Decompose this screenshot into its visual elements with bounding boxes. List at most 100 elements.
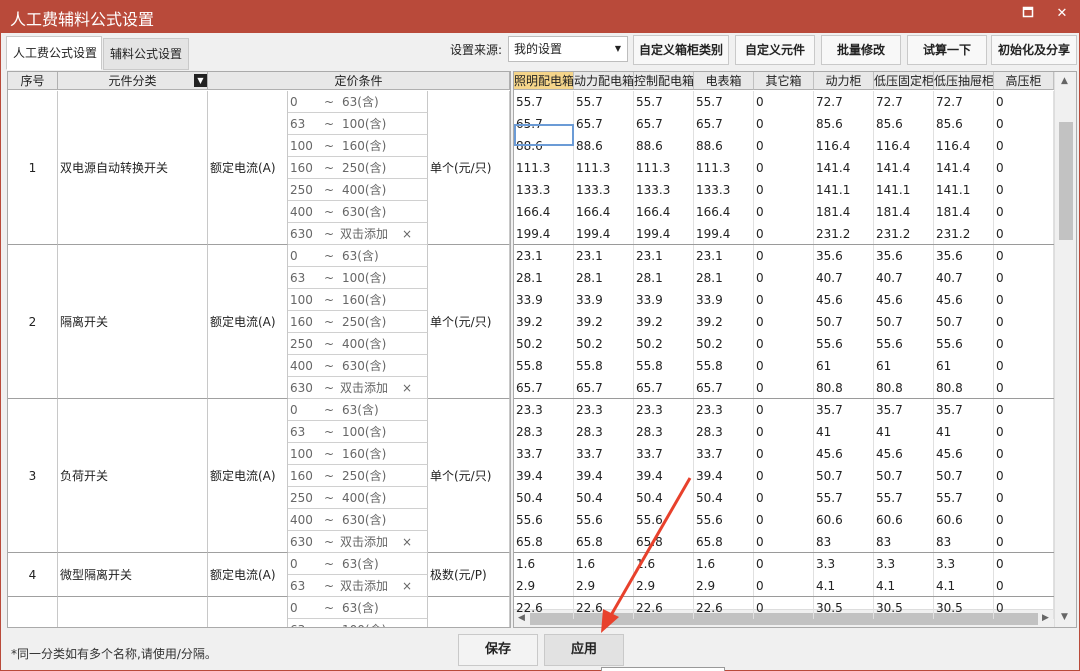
- grid-cell[interactable]: 0: [994, 135, 1054, 157]
- scroll-up-icon[interactable]: ▲: [1061, 76, 1068, 86]
- grid-cell[interactable]: 41: [874, 421, 934, 443]
- grid-cell[interactable]: 65.7: [694, 113, 754, 135]
- vertical-scroll-thumb[interactable]: [1059, 122, 1073, 240]
- grid-cell[interactable]: 0: [754, 333, 814, 355]
- range-row[interactable]: 0 ~63(含): [288, 553, 428, 575]
- delete-range-icon[interactable]: ×: [402, 575, 412, 597]
- grid-cell[interactable]: 22.6: [634, 597, 694, 619]
- grid-cell[interactable]: 50.7: [934, 311, 994, 333]
- grid-cell[interactable]: 22.6: [574, 597, 634, 619]
- grid-cell[interactable]: 0: [994, 113, 1054, 135]
- add-range-placeholder[interactable]: 双击添加: [340, 377, 388, 399]
- grid-cell[interactable]: 2.9: [634, 575, 694, 597]
- grid-cell[interactable]: 55.7: [514, 91, 574, 113]
- add-range-placeholder[interactable]: 双击添加: [340, 223, 388, 245]
- grid-cell[interactable]: 40.7: [934, 267, 994, 289]
- grid-cell[interactable]: 65.8: [694, 531, 754, 553]
- grid-cell[interactable]: 39.4: [514, 465, 574, 487]
- grid-cell[interactable]: 61: [814, 355, 874, 377]
- category-name[interactable]: 微型隔离开关: [58, 553, 208, 597]
- maximize-icon[interactable]: [1018, 6, 1038, 22]
- grid-cell[interactable]: 133.3: [514, 179, 574, 201]
- custom-cabinet-type-button[interactable]: 自定义箱柜类别: [633, 35, 729, 65]
- grid-cell[interactable]: 166.4: [694, 201, 754, 223]
- unit-name[interactable]: [428, 597, 510, 627]
- grid-cell[interactable]: 116.4: [934, 135, 994, 157]
- grid-cell[interactable]: 88.6: [694, 135, 754, 157]
- grid-cell[interactable]: 181.4: [814, 201, 874, 223]
- range-row[interactable]: 63 ~100(含): [288, 421, 428, 443]
- grid-cell[interactable]: 72.7: [814, 91, 874, 113]
- grid-cell[interactable]: 33.7: [574, 443, 634, 465]
- grid-cell[interactable]: 50.2: [514, 333, 574, 355]
- grid-cell[interactable]: 35.6: [814, 245, 874, 267]
- grid-cell[interactable]: 65.7: [574, 113, 634, 135]
- grid-cell[interactable]: 83: [934, 531, 994, 553]
- grid-cell[interactable]: 30.5: [934, 597, 994, 619]
- grid-cell[interactable]: 50.2: [634, 333, 694, 355]
- grid-cell[interactable]: 45.6: [934, 443, 994, 465]
- grid-cell[interactable]: 50.7: [814, 465, 874, 487]
- grid-cell[interactable]: 28.1: [574, 267, 634, 289]
- range-row[interactable]: 100 ~160(含): [288, 443, 428, 465]
- range-row[interactable]: 630 ~ 双击添加 ×: [288, 223, 428, 245]
- range-row[interactable]: 160 ~250(含): [288, 465, 428, 487]
- grid-cell[interactable]: 4.1: [874, 575, 934, 597]
- grid-cell[interactable]: 50.4: [634, 487, 694, 509]
- grid-cell[interactable]: 85.6: [874, 113, 934, 135]
- range-row[interactable]: 160 ~250(含): [288, 157, 428, 179]
- grid-cell[interactable]: 22.6: [514, 597, 574, 619]
- grid-cell[interactable]: 0: [994, 289, 1054, 311]
- grid-cell[interactable]: 65.7: [634, 377, 694, 399]
- grid-cell[interactable]: 55.7: [934, 487, 994, 509]
- grid-cell[interactable]: 3.3: [934, 553, 994, 575]
- grid-cell[interactable]: 0: [994, 553, 1054, 575]
- grid-header[interactable]: 照明配电箱: [514, 72, 574, 90]
- grid-cell[interactable]: 30.5: [874, 597, 934, 619]
- add-range-placeholder[interactable]: 双击添加: [340, 575, 388, 597]
- grid-cell[interactable]: 181.4: [934, 201, 994, 223]
- grid-cell[interactable]: 55.6: [634, 509, 694, 531]
- grid-cell[interactable]: 166.4: [514, 201, 574, 223]
- grid-cell[interactable]: 30.5: [814, 597, 874, 619]
- grid-cell[interactable]: 231.2: [934, 223, 994, 245]
- grid-cell[interactable]: 0: [754, 267, 814, 289]
- range-row[interactable]: 250 ~400(含): [288, 179, 428, 201]
- grid-cell[interactable]: 55.8: [694, 355, 754, 377]
- grid-cell[interactable]: 4.1: [934, 575, 994, 597]
- grid-cell[interactable]: 199.4: [574, 223, 634, 245]
- grid-cell[interactable]: 0: [994, 333, 1054, 355]
- grid-cell[interactable]: 55.8: [634, 355, 694, 377]
- grid-cell[interactable]: 0: [754, 421, 814, 443]
- grid-header[interactable]: 低压抽屉柜: [934, 72, 994, 90]
- grid-cell[interactable]: 199.4: [694, 223, 754, 245]
- grid-cell[interactable]: 2.9: [574, 575, 634, 597]
- grid-cell[interactable]: 55.7: [814, 487, 874, 509]
- grid-cell[interactable]: 33.9: [574, 289, 634, 311]
- grid-cell[interactable]: 33.9: [514, 289, 574, 311]
- grid-cell[interactable]: 0: [754, 355, 814, 377]
- range-row[interactable]: 63 ~ 双击添加 ×: [288, 575, 428, 597]
- grid-cell[interactable]: 33.7: [514, 443, 574, 465]
- header-category[interactable]: 元件分类 ▼: [58, 72, 208, 90]
- filter-dropdown-icon[interactable]: ▼: [194, 74, 207, 87]
- grid-cell[interactable]: 65.7: [514, 377, 574, 399]
- apply-button[interactable]: 应用: [544, 634, 624, 666]
- range-row[interactable]: 63 ~100(含): [288, 267, 428, 289]
- range-row[interactable]: 100 ~160(含): [288, 135, 428, 157]
- grid-cell[interactable]: 0: [754, 597, 814, 619]
- grid-cell[interactable]: 0: [754, 91, 814, 113]
- range-row[interactable]: 0 ~63(含): [288, 245, 428, 267]
- unit-name[interactable]: 极数(元/P): [428, 553, 510, 597]
- grid-header[interactable]: 高压柜: [994, 72, 1054, 90]
- grid-cell[interactable]: 72.7: [934, 91, 994, 113]
- grid-cell[interactable]: 23.1: [634, 245, 694, 267]
- grid-cell[interactable]: 0: [994, 487, 1054, 509]
- category-name[interactable]: 隔离开关: [58, 245, 208, 399]
- grid-cell[interactable]: 0: [754, 245, 814, 267]
- grid-cell[interactable]: 23.3: [574, 399, 634, 421]
- grid-cell[interactable]: 28.1: [694, 267, 754, 289]
- grid-cell[interactable]: 111.3: [694, 157, 754, 179]
- grid-cell[interactable]: 1.6: [694, 553, 754, 575]
- grid-cell[interactable]: 50.7: [874, 311, 934, 333]
